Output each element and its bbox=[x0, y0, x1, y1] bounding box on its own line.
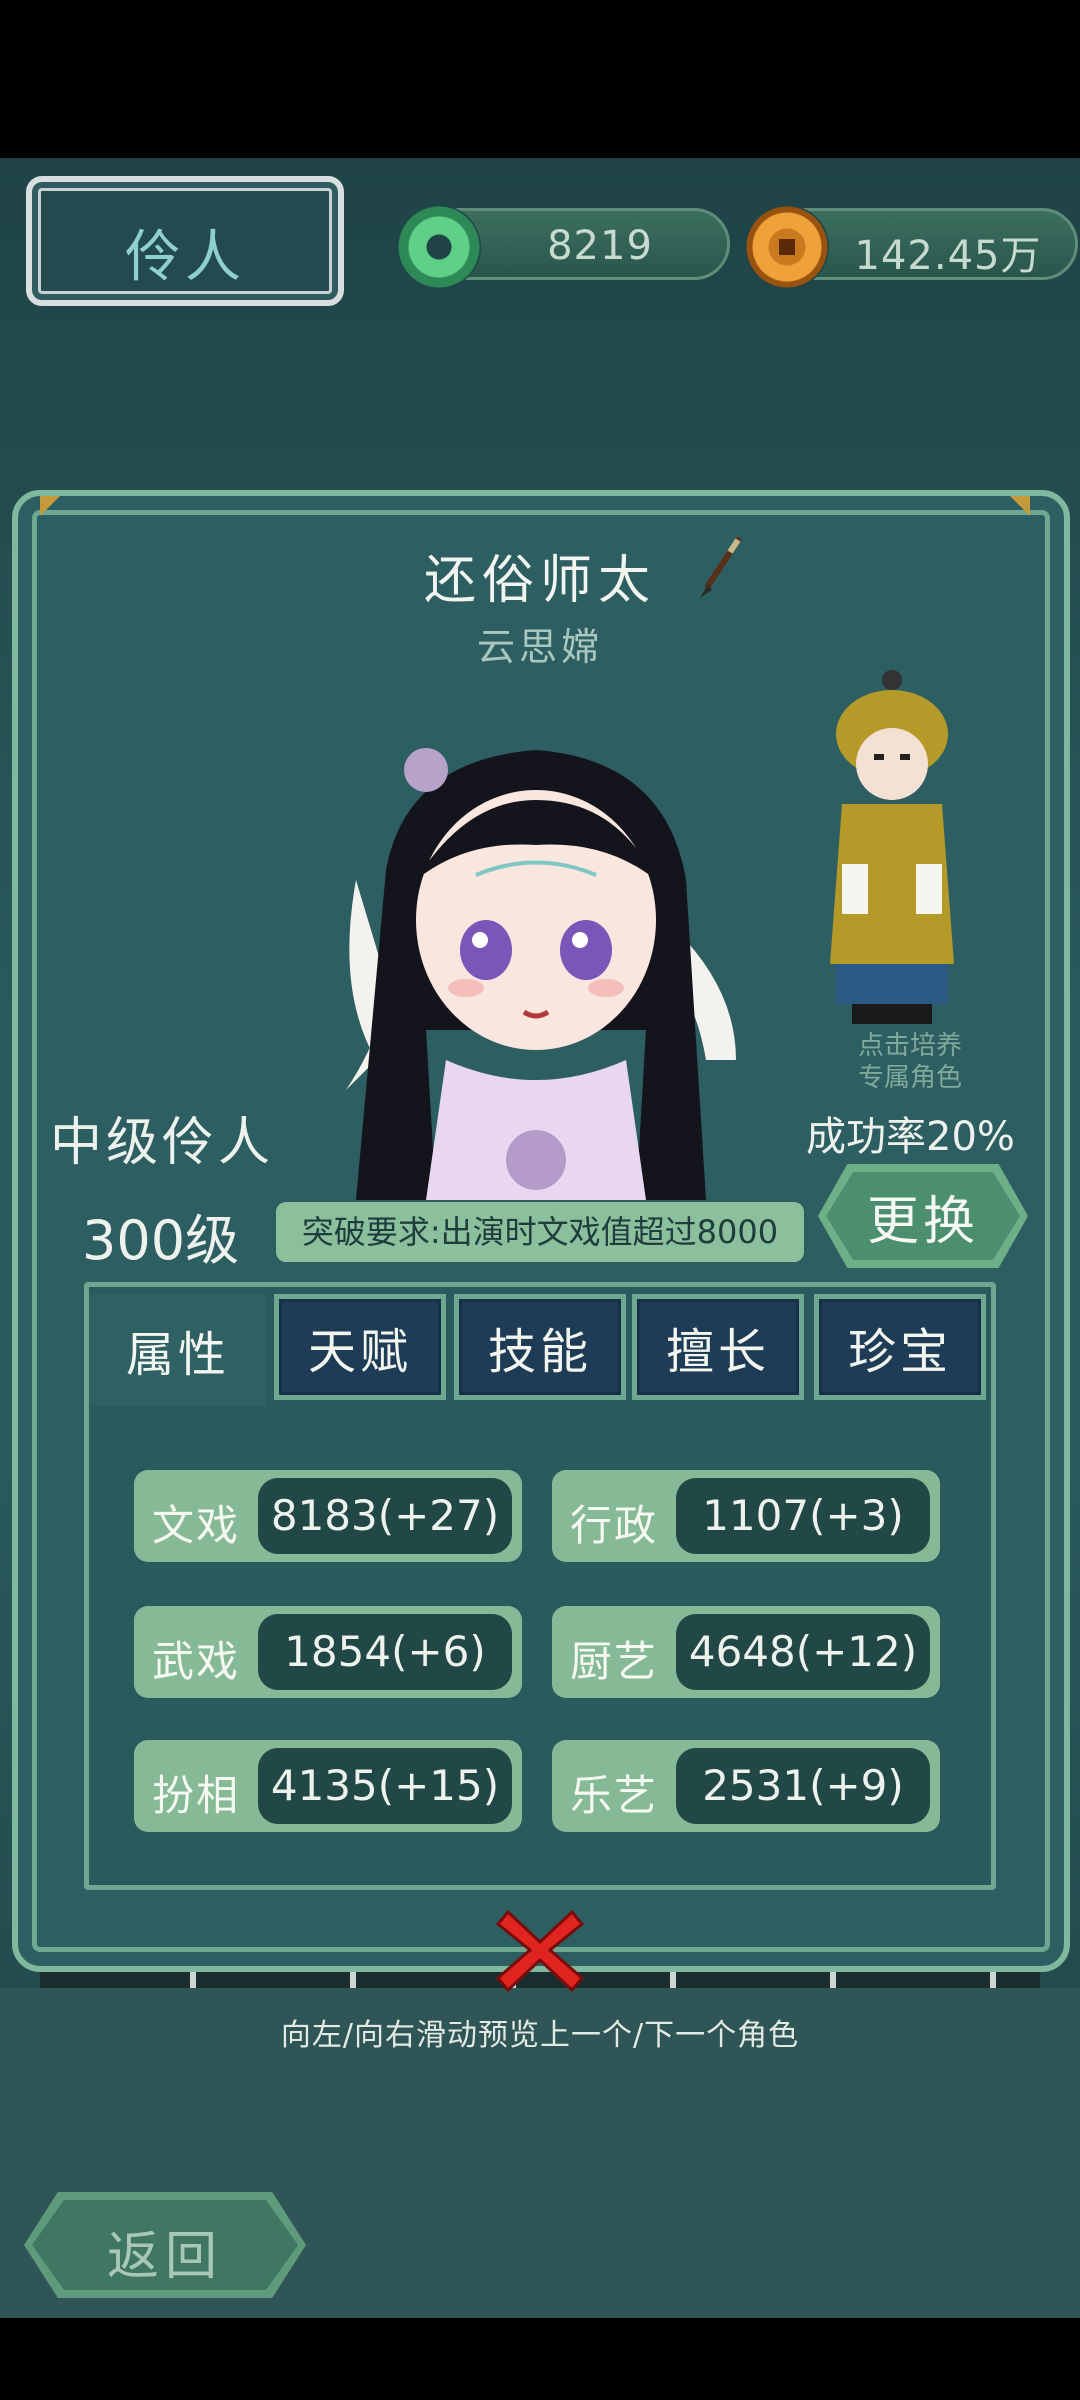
stat-label: 厨艺 bbox=[570, 1637, 659, 1686]
navigation-bar-area bbox=[0, 2318, 1080, 2400]
exclusive-role-figure[interactable] bbox=[822, 664, 962, 1034]
jade-disc-icon bbox=[397, 205, 481, 289]
back-button[interactable]: 返回 bbox=[24, 2192, 306, 2298]
cultivate-hint-line: 点击培养 bbox=[857, 1031, 962, 1061]
tab-specialty[interactable]: 擅长 bbox=[632, 1294, 804, 1400]
character-level: 300级 bbox=[82, 1209, 240, 1272]
cultivate-hint-line: 专属角色 bbox=[857, 1063, 962, 1093]
stat-label: 武戏 bbox=[152, 1637, 241, 1686]
stat-label: 行政 bbox=[570, 1501, 659, 1550]
tab-attributes[interactable]: 属性 bbox=[90, 1294, 266, 1406]
stat-value: 1854(+6) bbox=[258, 1614, 512, 1690]
stat-value: 4648(+12) bbox=[676, 1614, 930, 1690]
cultivate-hint[interactable]: 点击培养 专属角色 bbox=[820, 1030, 1000, 1094]
character-portrait[interactable] bbox=[316, 730, 756, 1200]
back-button-label: 返回 bbox=[106, 2227, 223, 2287]
character-name: 还俗师太 bbox=[423, 551, 656, 611]
success-rate: 成功率20% bbox=[806, 1114, 1015, 1160]
brush-icon[interactable] bbox=[690, 534, 750, 604]
stat-value: 4135(+15) bbox=[258, 1748, 512, 1824]
status-bar-area bbox=[0, 0, 1080, 158]
stat-item: 文戏 8183(+27) bbox=[134, 1470, 522, 1562]
stat-label: 文戏 bbox=[152, 1501, 241, 1550]
swipe-hint: 向左/向右滑动预览上一个/下一个角色 bbox=[280, 2018, 800, 2053]
copper-coin-icon bbox=[745, 205, 829, 289]
stat-label: 乐艺 bbox=[570, 1771, 659, 1820]
character-subname: 云思嫦 bbox=[476, 625, 603, 669]
tab-talent[interactable]: 天赋 bbox=[274, 1294, 446, 1400]
stat-item: 武戏 1854(+6) bbox=[134, 1606, 522, 1698]
stat-item: 扮相 4135(+15) bbox=[134, 1740, 522, 1832]
page-title: 伶人 bbox=[125, 225, 245, 290]
page-title-plate: 伶人 bbox=[26, 176, 344, 306]
stat-item: 厨艺 4648(+12) bbox=[552, 1606, 940, 1698]
stat-value: 1107(+3) bbox=[676, 1478, 930, 1554]
tab-skills[interactable]: 技能 bbox=[454, 1294, 626, 1400]
stat-item: 行政 1107(+3) bbox=[552, 1470, 940, 1562]
stat-value: 8183(+27) bbox=[258, 1478, 512, 1554]
coin-currency[interactable]: 142.45万 bbox=[745, 205, 1078, 289]
tab-treasures[interactable]: 珍宝 bbox=[814, 1294, 986, 1400]
stat-item: 乐艺 2531(+9) bbox=[552, 1740, 940, 1832]
close-icon[interactable] bbox=[494, 1904, 586, 1996]
change-button-label: 更换 bbox=[866, 1191, 979, 1252]
change-button[interactable]: 更换 bbox=[818, 1164, 1028, 1268]
breakthrough-requirement: 突破要求:出演时文戏值超过8000 bbox=[276, 1202, 804, 1262]
coin-amount: 142.45万 bbox=[854, 233, 1042, 279]
jade-currency[interactable]: 8219 bbox=[397, 205, 730, 289]
stat-value: 2531(+9) bbox=[676, 1748, 930, 1824]
stat-label: 扮相 bbox=[152, 1771, 241, 1820]
jade-amount: 8219 bbox=[547, 223, 653, 269]
rank-title: 中级伶人 bbox=[50, 1113, 275, 1173]
